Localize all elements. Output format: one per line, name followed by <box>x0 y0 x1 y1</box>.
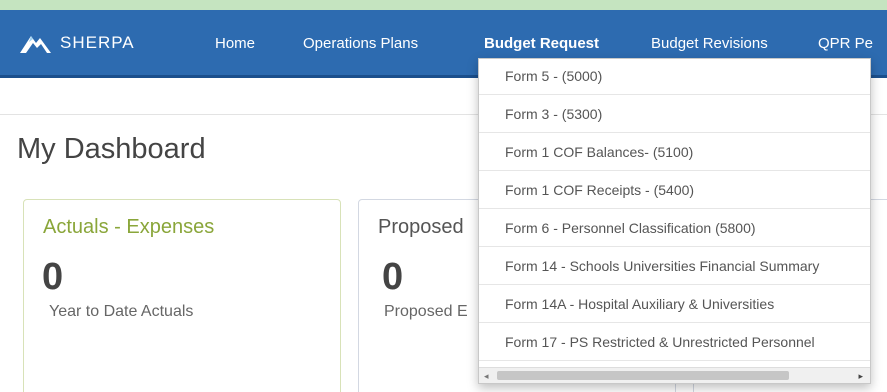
nav-budget-request[interactable]: Budget Request <box>484 35 599 52</box>
card-title: Proposed <box>378 216 464 238</box>
mountain-logo-icon <box>20 36 51 53</box>
dropdown-item-form-5[interactable]: Form 5 - (5000) <box>479 59 870 95</box>
scroll-right-icon[interactable]: ▸ <box>858 371 863 382</box>
nav-qpr[interactable]: QPR Pe <box>818 35 873 52</box>
top-strip <box>0 0 887 10</box>
dropdown-list: Form 5 - (5000) Form 3 - (5300) Form 1 C… <box>479 59 870 361</box>
horizontal-scrollbar[interactable]: ◂ ▸ <box>479 367 870 383</box>
dropdown-item-form-17[interactable]: Form 17 - PS Restricted & Unrestricted P… <box>479 323 870 361</box>
scrollbar-thumb[interactable] <box>497 371 789 380</box>
dropdown-item-form-14a[interactable]: Form 14A - Hospital Auxiliary & Universi… <box>479 285 870 323</box>
nav-home[interactable]: Home <box>215 35 255 52</box>
dropdown-item-form-3[interactable]: Form 3 - (5300) <box>479 95 870 133</box>
nav-operations-plans[interactable]: Operations Plans <box>303 35 418 52</box>
dropdown-item-form-1-cof-balances[interactable]: Form 1 COF Balances- (5100) <box>479 133 870 171</box>
budget-request-dropdown: Form 5 - (5000) Form 3 - (5300) Form 1 C… <box>478 58 871 384</box>
page-title: My Dashboard <box>17 133 206 165</box>
nav-budget-revisions[interactable]: Budget Revisions <box>651 35 768 52</box>
dropdown-item-form-6[interactable]: Form 6 - Personnel Classification (5800) <box>479 209 870 247</box>
dropdown-item-form-1-cof-receipts[interactable]: Form 1 COF Receipts - (5400) <box>479 171 870 209</box>
brand-name: SHERPA <box>60 33 135 52</box>
card-value: 0 <box>382 256 404 298</box>
card-title: Actuals - Expenses <box>43 216 215 238</box>
card-caption: Proposed E <box>384 303 468 320</box>
dropdown-item-form-14[interactable]: Form 14 - Schools Universities Financial… <box>479 247 870 285</box>
card-caption: Year to Date Actuals <box>49 303 194 320</box>
scroll-left-icon[interactable]: ◂ <box>484 371 489 382</box>
brand-logo[interactable]: SHERPA <box>20 32 135 54</box>
card-value: 0 <box>42 256 64 298</box>
actuals-expenses-card[interactable]: Actuals - Expenses 0 Year to Date Actual… <box>23 199 341 392</box>
